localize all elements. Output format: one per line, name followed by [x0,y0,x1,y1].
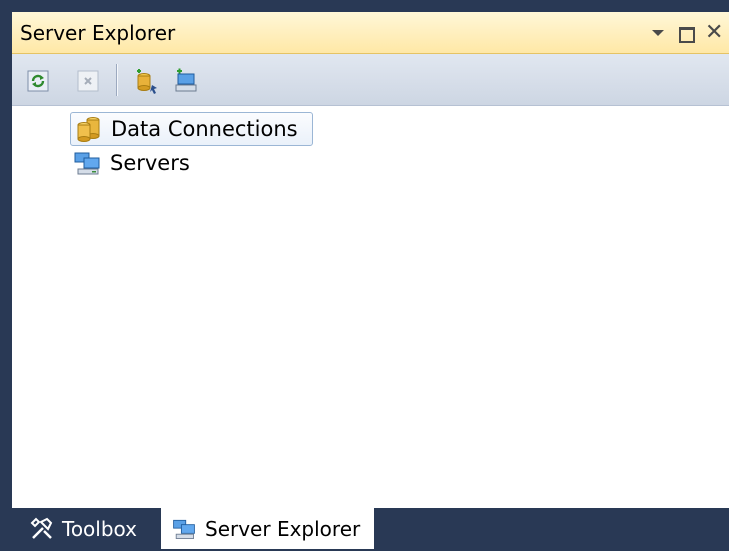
connect-server-icon [175,68,197,92]
dropdown-arrow-icon[interactable] [649,24,667,42]
bottom-tab-bar: Toolbox Server Explorer [12,508,729,551]
tab-server-explorer[interactable]: Server Explorer [161,508,374,549]
expand-arrow-icon[interactable] [36,159,46,173]
tab-label: Toolbox [62,516,137,541]
tree-node-servers[interactable]: Servers [72,146,190,180]
servers-icon [74,152,100,175]
toolbox-icon [30,517,53,539]
title-controls: ✕ [649,20,723,46]
panel-title-bar[interactable]: Server Explorer ✕ [12,12,729,54]
tree-node-label: Data Connections [111,117,298,141]
refresh-button[interactable] [26,68,52,94]
connect-server-button[interactable] [172,68,198,94]
refresh-icon [27,70,49,92]
panel-toolbar [12,54,729,106]
toolbar-separator [116,64,117,96]
tab-label: Server Explorer [205,516,361,541]
stop-refresh-icon [77,70,99,92]
tree-node-data-connections[interactable]: Data Connections [70,112,313,146]
server-explorer-icon [173,519,195,539]
tab-toolbox[interactable]: Toolbox [20,508,147,549]
database-icon [77,117,100,142]
close-icon[interactable]: ✕ [705,22,723,44]
panel-title: Server Explorer [20,21,176,45]
tree-node-label: Servers [110,151,190,175]
maximize-icon[interactable] [677,24,695,43]
connect-database-button[interactable] [134,68,160,94]
connect-database-icon [137,69,157,94]
stop-refresh-button[interactable] [76,68,102,94]
server-explorer-panel: Server Explorer ✕ Data Connections Serve… [12,12,729,538]
